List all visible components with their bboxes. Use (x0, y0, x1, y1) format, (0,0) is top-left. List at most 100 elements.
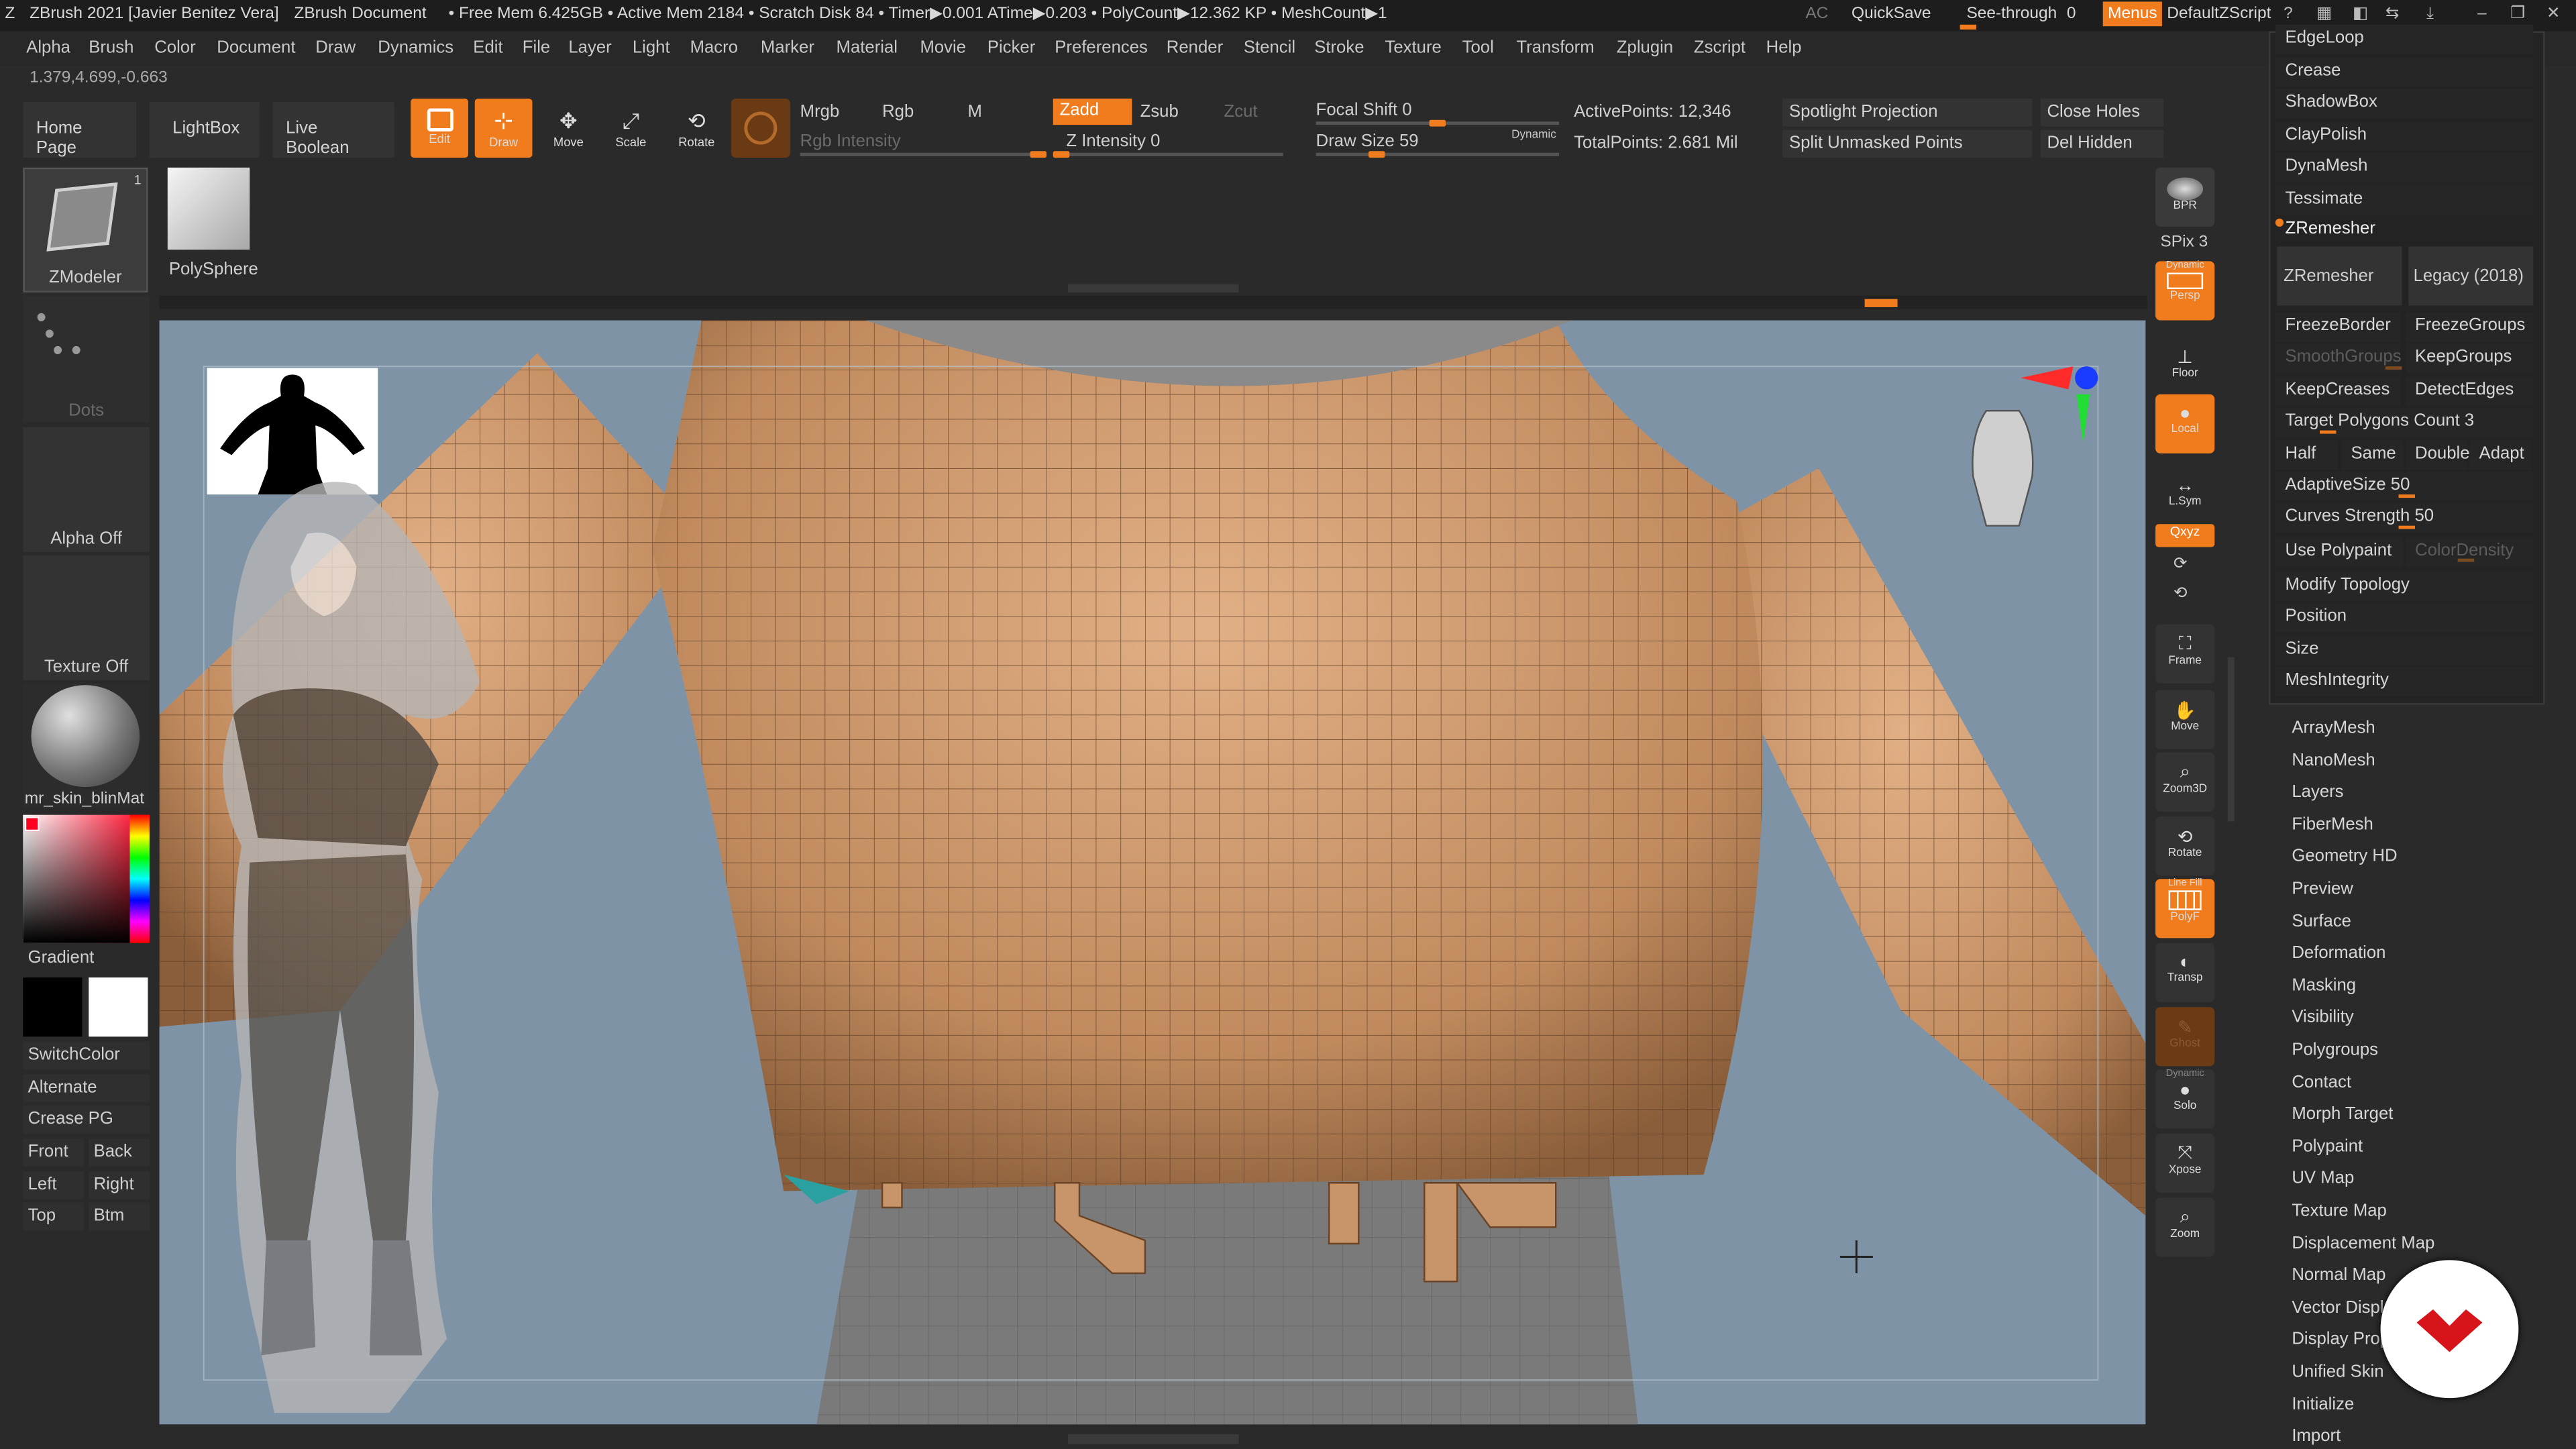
back-button[interactable]: Back (89, 1138, 150, 1167)
top-resize-handle[interactable] (1067, 284, 1239, 292)
spotlight-projection-button[interactable]: Spotlight Projection (1782, 98, 2033, 127)
menu-light[interactable]: Light (633, 38, 670, 57)
rotate-x-icon[interactable]: ⟳ (2174, 555, 2188, 574)
draw-size-slider[interactable]: Draw Size 59 (1316, 131, 1419, 151)
menu-dynamics[interactable]: Dynamics (378, 38, 453, 57)
menu-zplugin[interactable]: Zplugin (1617, 38, 1673, 57)
modify-topology-button[interactable]: Modify Topology (2275, 572, 2534, 602)
dynamic-toggle[interactable]: Dynamic (1511, 129, 1556, 141)
menu-brush[interactable]: Brush (89, 38, 133, 57)
hue-strip[interactable] (129, 814, 150, 943)
bottom-resize-handle[interactable] (1067, 1434, 1239, 1444)
menu-movie[interactable]: Movie (920, 38, 966, 57)
subpalette-layers[interactable]: Layers (2292, 782, 2343, 802)
alternate-button[interactable]: Alternate (23, 1074, 150, 1103)
zcut-button[interactable]: Zcut (1224, 102, 1258, 121)
keepgroups-button[interactable]: KeepGroups (2405, 343, 2534, 373)
menu-color[interactable]: Color (154, 38, 195, 57)
keepcreases-button[interactable]: KeepCreases (2275, 376, 2400, 406)
subpalette-display-prop[interactable]: Display Prop (2292, 1330, 2390, 1349)
edit-button[interactable]: Edit (411, 98, 468, 158)
help-icon[interactable]: ? (2284, 5, 2293, 23)
zmodeler-thumbnail[interactable]: 1 ZModeler (23, 167, 148, 292)
freezegroups-button[interactable]: FreezeGroups (2405, 312, 2534, 342)
layout-icon[interactable]: ▦ (2316, 5, 2332, 23)
subpalette-preview[interactable]: Preview (2292, 879, 2353, 898)
legacy-2018-button[interactable]: Legacy (2018) (2408, 246, 2534, 306)
menus-button[interactable]: Menus (2102, 1, 2162, 27)
rgb-intensity-slider[interactable]: Rgb Intensity (800, 131, 901, 151)
z-intensity-knob[interactable] (1053, 151, 1070, 158)
subpalette-visibility[interactable]: Visibility (2292, 1008, 2353, 1027)
menu-edit[interactable]: Edit (473, 38, 502, 57)
subpalette-uv-map[interactable]: UV Map (2292, 1169, 2354, 1188)
rotate-view-button[interactable]: ⟲ Rotate (2155, 816, 2215, 876)
menu-marker[interactable]: Marker (761, 38, 814, 57)
solo-button[interactable]: Dynamic ● Solo (2155, 1069, 2215, 1129)
rgb-button[interactable]: Rgb (882, 102, 914, 121)
menu-stencil[interactable]: Stencil (1244, 38, 1295, 57)
see-through-label[interactable]: See-through (1966, 5, 2057, 23)
menu-macro[interactable]: Macro (690, 38, 738, 57)
move-view-button[interactable]: ✋ Move (2155, 690, 2215, 749)
zadd-button[interactable]: Zadd (1053, 98, 1132, 125)
menu-preferences[interactable]: Preferences (1055, 38, 1148, 57)
freezeborder-button[interactable]: FreezeBorder (2275, 312, 2400, 342)
menu-render[interactable]: Render (1167, 38, 1223, 57)
subpalette-masking[interactable]: Masking (2292, 975, 2356, 995)
swap-icon[interactable]: ⇆ (2385, 5, 2400, 23)
left-button[interactable]: Left (23, 1171, 84, 1199)
color-density-slider[interactable]: ColorDensity (2405, 537, 2534, 567)
zsub-button[interactable]: Zsub (1140, 102, 1179, 121)
xpose-button[interactable]: ⤧ Xpose (2155, 1133, 2215, 1193)
draw-button[interactable]: ⊹ Draw (474, 98, 533, 158)
lsym-button[interactable]: ↔ L.Sym (2155, 467, 2214, 526)
bpr-button[interactable]: BPR (2155, 167, 2215, 227)
viewport-canvas[interactable] (159, 320, 2146, 1425)
crease-pg-button[interactable]: Crease PG (23, 1106, 150, 1134)
subpalette-morph-target[interactable]: Morph Target (2292, 1104, 2393, 1124)
right-button[interactable]: Right (89, 1171, 150, 1199)
use-polypaint-button[interactable]: Use Polypaint (2275, 537, 2404, 567)
menu-material[interactable]: Material (837, 38, 898, 57)
focal-shift-track[interactable] (1316, 119, 1560, 127)
detectedges-button[interactable]: DetectEdges (2405, 376, 2534, 406)
front-button[interactable]: Front (23, 1138, 84, 1167)
minimize-icon[interactable]: – (2477, 5, 2487, 23)
menu-file[interactable]: File (523, 38, 550, 57)
floor-button[interactable]: ⊥ Floor (2155, 337, 2214, 396)
zoom3d-button[interactable]: ⌕ Zoom3D (2155, 752, 2215, 812)
color-density-knob[interactable] (2457, 558, 2475, 562)
primary-color-swatch[interactable] (89, 977, 148, 1037)
spix-slider[interactable]: SPix 3 (2160, 233, 2208, 252)
panel-item-claypolish[interactable]: ClayPolish (2275, 121, 2534, 151)
subpalette-nanomesh[interactable]: NanoMesh (2292, 750, 2375, 769)
dots-stroke-button[interactable]: • • • • Dots (23, 295, 150, 423)
size-button[interactable]: Size (2275, 635, 2534, 665)
focal-shift-slider[interactable]: Focal Shift 0 (1316, 100, 1412, 119)
menu-draw[interactable]: Draw (315, 38, 356, 57)
polysphere-thumbnail[interactable]: PolySphere (160, 164, 268, 289)
btm-button[interactable]: Btm (89, 1202, 150, 1231)
panel-item-dynamesh[interactable]: DynaMesh (2275, 152, 2534, 182)
subpalette-surface[interactable]: Surface (2292, 911, 2351, 930)
same-button[interactable]: Same (2341, 440, 2404, 470)
switchcolor-button[interactable]: SwitchColor (23, 1041, 150, 1070)
restore-icon[interactable]: ❐ (2510, 5, 2525, 23)
menu-texture[interactable]: Texture (1385, 38, 1442, 57)
menu-stroke[interactable]: Stroke (1314, 38, 1364, 57)
secondary-color-swatch[interactable] (23, 977, 83, 1037)
frame-button[interactable]: ⛶ Frame (2155, 624, 2215, 684)
material-button[interactable]: mr_skin_blinMat (23, 683, 150, 808)
double-button[interactable]: Double (2405, 440, 2470, 470)
subpalette-texture-map[interactable]: Texture Map (2292, 1201, 2387, 1220)
smoothgroups-slider[interactable]: SmoothGroups (2275, 343, 2402, 373)
local-button[interactable]: ● Local (2155, 394, 2215, 453)
menu-transform[interactable]: Transform (1516, 38, 1594, 57)
draw-size-track[interactable] (1316, 151, 1560, 158)
ac-label[interactable]: AC (1805, 5, 1828, 23)
subpalette-normal-map[interactable]: Normal Map (2292, 1265, 2385, 1285)
draw-size-knob[interactable] (1368, 151, 1385, 158)
gradient-label[interactable]: Gradient (28, 948, 95, 967)
del-hidden-button[interactable]: Del Hidden (2040, 129, 2164, 158)
